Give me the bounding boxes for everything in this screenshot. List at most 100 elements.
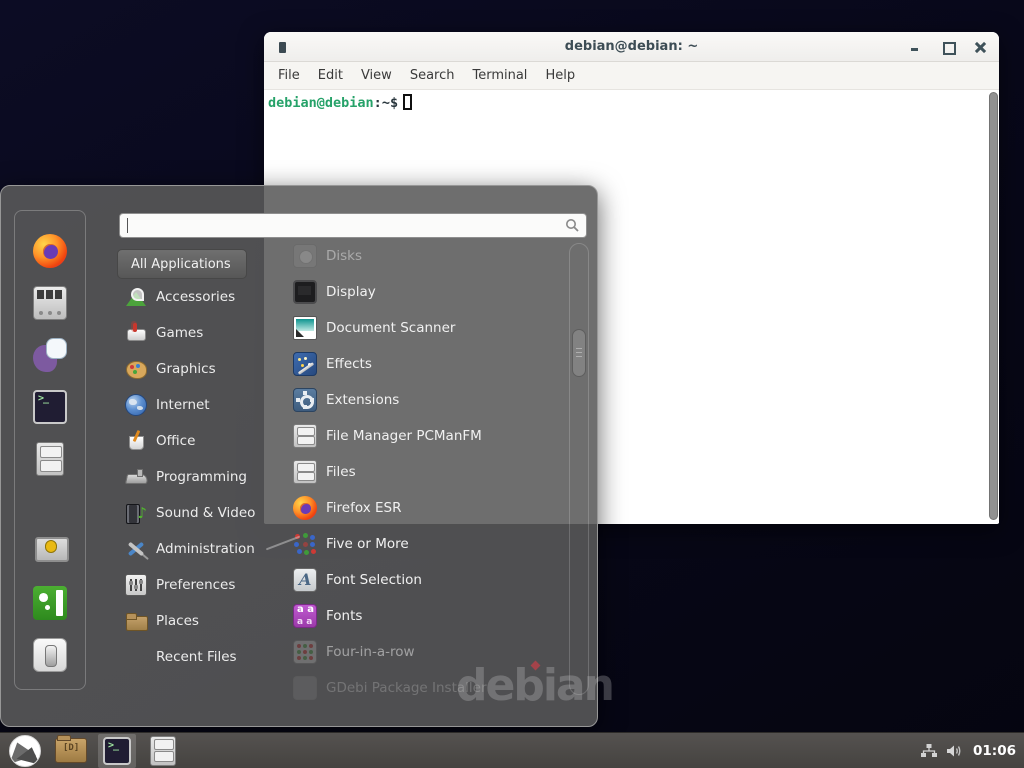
prompt-user-host: debian@debian (268, 95, 374, 111)
accessories-icon (125, 286, 147, 308)
favorite-firefox[interactable] (30, 231, 70, 271)
taskbar-clock[interactable]: 01:06 (973, 743, 1016, 759)
app-disks[interactable]: Disks (281, 238, 573, 274)
volume-icon[interactable] (946, 743, 965, 759)
category-preferences[interactable]: Preferences (117, 567, 291, 603)
sound-video-icon (125, 502, 147, 524)
application-list: Disks Display Document Scanner Effects E… (281, 238, 573, 706)
close-icon[interactable] (975, 41, 987, 53)
programming-icon (125, 466, 147, 488)
favorites-column (14, 210, 86, 690)
app-firefox-esr[interactable]: Firefox ESR (281, 490, 573, 526)
terminal-icon (103, 737, 131, 765)
terminal-cursor (403, 94, 412, 110)
terminal-icon (33, 390, 67, 424)
category-internet[interactable]: Internet (117, 387, 291, 423)
app-fonts[interactable]: Fonts (281, 598, 573, 634)
network-icon[interactable] (920, 743, 938, 759)
app-search-input[interactable] (119, 213, 587, 238)
category-administration[interactable]: Administration (117, 531, 291, 567)
app-file-manager-pcmanfm[interactable]: File Manager PCManFM (281, 418, 573, 454)
menu-scrollbar-track[interactable] (569, 243, 589, 695)
favorite-pidgin[interactable] (30, 335, 70, 375)
disks-icon (293, 244, 317, 268)
app-five-or-more[interactable]: Five or More (281, 526, 573, 562)
app-font-selection[interactable]: Font Selection (281, 562, 573, 598)
fonts-icon (293, 604, 317, 628)
menu-scrollbar-handle[interactable] (572, 329, 586, 377)
app-extensions[interactable]: Extensions (281, 382, 573, 418)
app-effects[interactable]: Effects (281, 346, 573, 382)
category-graphics[interactable]: Graphics (117, 351, 291, 387)
four-in-a-row-icon (293, 640, 317, 664)
category-games[interactable]: Games (117, 315, 291, 351)
games-icon (125, 322, 147, 344)
file-cabinet-icon (293, 424, 317, 448)
terminal-window-icon (279, 42, 286, 53)
favorite-control-mixer[interactable] (30, 283, 70, 323)
font-selection-icon (293, 568, 317, 592)
maximize-icon[interactable] (942, 41, 954, 53)
category-list: Accessories Games Graphics Internet Offi… (117, 279, 291, 675)
taskbar-terminal-window-button[interactable] (98, 734, 136, 768)
menu-terminal[interactable]: Terminal (463, 62, 536, 90)
display-icon (293, 280, 317, 304)
minimize-icon[interactable] (909, 41, 921, 53)
places-icon (125, 610, 147, 632)
category-programming[interactable]: Programming (117, 459, 291, 495)
favorite-file-cabinet[interactable] (30, 439, 70, 479)
shell-prompt: debian@debian:~$ (268, 94, 412, 111)
debian-watermark: debian (456, 660, 613, 711)
menu-edit[interactable]: Edit (309, 62, 352, 90)
menu-search[interactable]: Search (401, 62, 464, 90)
favorite-shutdown[interactable] (30, 635, 70, 675)
text-caret (127, 218, 128, 233)
firefox-icon (33, 234, 67, 268)
app-files[interactable]: Files (281, 454, 573, 490)
search-field-wrap (119, 213, 587, 238)
terminal-titlebar[interactable]: debian@debian: ~ (264, 32, 999, 62)
file-cabinet-icon (36, 442, 64, 476)
file-cabinet-launcher[interactable] (144, 734, 182, 768)
terminal-scrollbar[interactable] (989, 92, 998, 520)
extensions-icon (293, 388, 317, 412)
file-cabinet-icon (150, 736, 176, 766)
taskbar: 01:06 (0, 732, 1024, 768)
control-mixer-icon (33, 286, 67, 320)
category-accessories[interactable]: Accessories (117, 279, 291, 315)
scrollbar-grip (576, 348, 582, 349)
favorite-lock-screen[interactable] (30, 531, 70, 571)
app-display[interactable]: Display (281, 274, 573, 310)
all-applications-button[interactable]: All Applications (117, 249, 247, 279)
menu-file[interactable]: File (269, 62, 309, 90)
app-document-scanner[interactable]: Document Scanner (281, 310, 573, 346)
menu-view[interactable]: View (352, 62, 401, 90)
shutdown-icon (33, 638, 67, 672)
graphics-icon (125, 358, 147, 380)
menu-launcher-icon (9, 735, 41, 767)
menu-help[interactable]: Help (536, 62, 584, 90)
category-recent-files[interactable]: Recent Files (117, 639, 291, 675)
file-manager-launcher[interactable] (52, 734, 90, 768)
favorite-terminal[interactable] (30, 387, 70, 427)
category-sound-video[interactable]: Sound & Video (117, 495, 291, 531)
folder-icon (55, 738, 87, 763)
category-places[interactable]: Places (117, 603, 291, 639)
logout-icon (33, 586, 67, 620)
category-office[interactable]: Office (117, 423, 291, 459)
internet-icon (125, 394, 147, 416)
application-menu-panel: All Applications Accessories Games Graph… (0, 185, 598, 727)
gdebi-icon (293, 676, 317, 700)
file-cabinet-icon (293, 460, 317, 484)
preferences-icon (125, 574, 147, 596)
effects-icon (293, 352, 317, 376)
document-scanner-icon (293, 316, 317, 340)
menu-launcher-button[interactable] (6, 734, 44, 768)
lock-screen-icon (33, 534, 67, 568)
administration-icon (125, 538, 147, 560)
favorite-logout[interactable] (30, 583, 70, 623)
office-icon (125, 430, 147, 452)
pidgin-icon (33, 338, 67, 372)
terminal-window-title: debian@debian: ~ (264, 39, 999, 54)
firefox-icon (293, 496, 317, 520)
